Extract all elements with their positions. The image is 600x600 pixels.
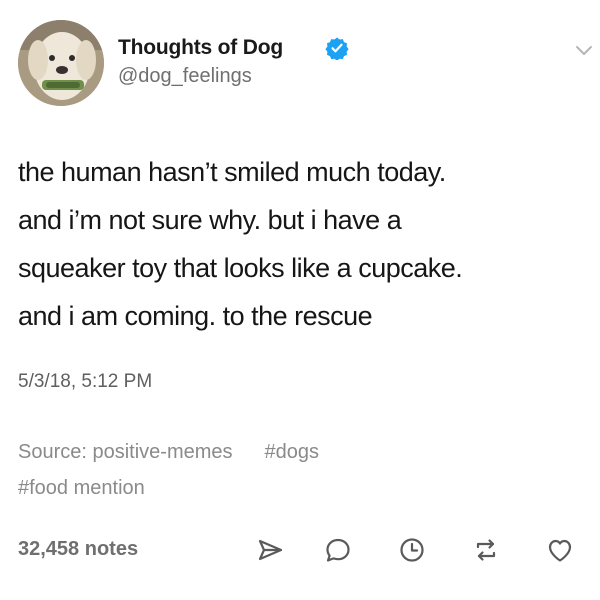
post-footer: 32,458 notes xyxy=(18,530,588,570)
tweet-text-line: squeaker toy that looks like a cupcake. xyxy=(18,253,463,283)
post-tags: Source: positive-memes #dogs #food mentio… xyxy=(18,434,578,506)
queue-icon[interactable] xyxy=(396,534,428,566)
tag-dogs[interactable]: #dogs xyxy=(265,441,320,463)
tweet-header: Thoughts of Dog @dog_feelings xyxy=(18,20,592,112)
chevron-down-icon[interactable] xyxy=(574,44,594,58)
tweet-text-line: the human hasn’t smiled much today. xyxy=(18,157,446,187)
reblog-icon[interactable] xyxy=(470,534,502,566)
tweet-text-line: and i am coming. to the rescue xyxy=(18,301,373,331)
tweet-text-line: and i’m not sure why. but i have a xyxy=(18,205,402,235)
like-icon[interactable] xyxy=(544,534,576,566)
tweet-text: the human hasn’t smiled much today. and … xyxy=(18,148,588,340)
source-link[interactable]: Source: positive-memes xyxy=(18,441,233,463)
avatar[interactable] xyxy=(18,20,104,106)
author-handle[interactable]: @dog_feelings xyxy=(118,65,252,88)
tweet-timestamp: 5/3/18, 5:12 PM xyxy=(18,371,153,392)
author-name[interactable]: Thoughts of Dog xyxy=(118,36,283,60)
note-count[interactable]: 32,458 notes xyxy=(18,538,138,561)
verified-badge-icon xyxy=(325,36,349,61)
share-icon[interactable] xyxy=(254,534,286,566)
tag-food-mention[interactable]: #food mention xyxy=(18,477,145,499)
reply-icon[interactable] xyxy=(322,534,354,566)
